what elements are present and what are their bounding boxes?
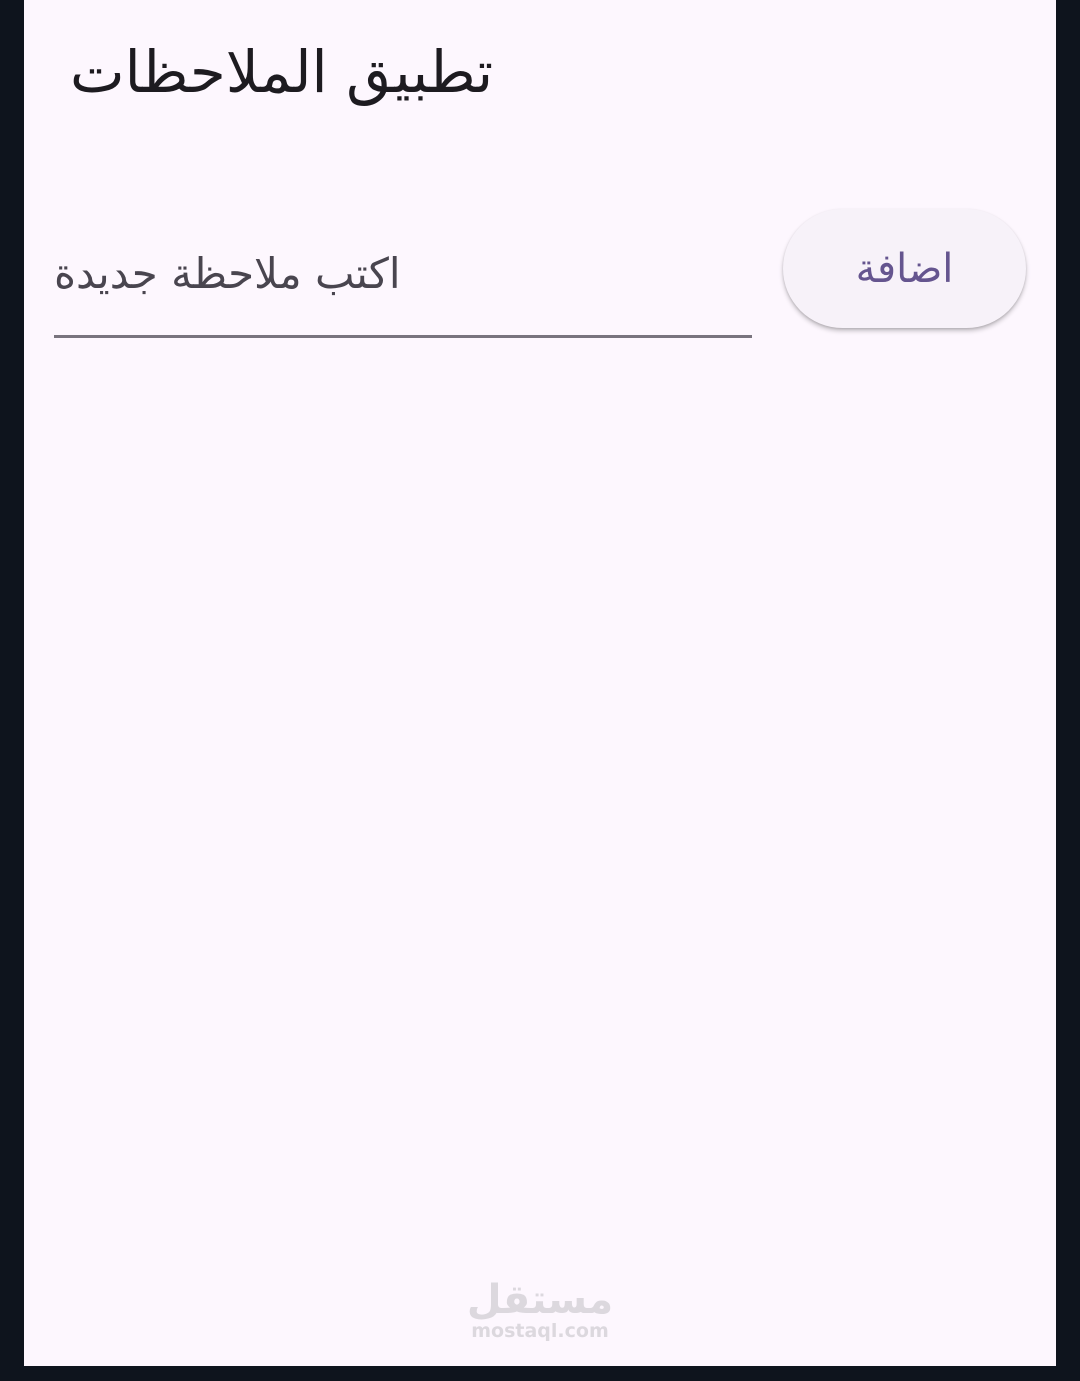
watermark-logo: مستقل mostaql.com	[458, 1280, 622, 1341]
note-input-field[interactable]	[54, 212, 752, 338]
watermark-latin-text: mostaql.com	[471, 1320, 609, 1342]
page-title: تطبيق الملاحظات	[70, 38, 494, 106]
note-input[interactable]	[54, 212, 752, 335]
app-screen: تطبيق الملاحظات اضافة مستقل mostaql.com	[24, 0, 1056, 1366]
watermark-arabic-text: مستقل	[466, 1277, 614, 1323]
add-note-button[interactable]: اضافة	[783, 209, 1026, 328]
